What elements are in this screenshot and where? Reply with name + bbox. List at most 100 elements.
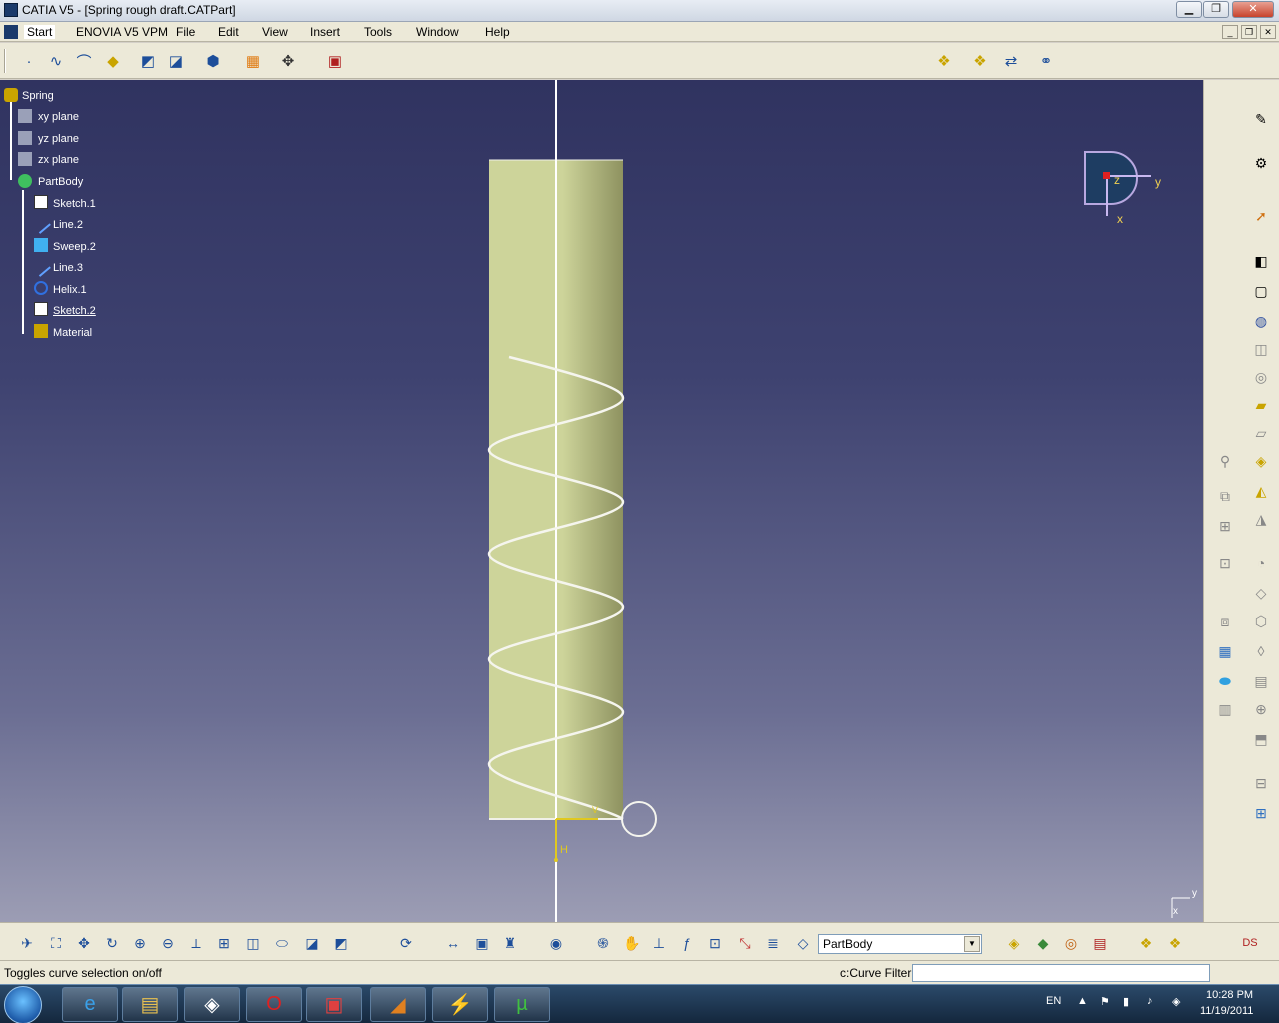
winamp-icon[interactable]: ⚡ bbox=[432, 987, 488, 1022]
point-icon[interactable]: · bbox=[18, 50, 40, 72]
thickness-icon[interactable]: ▤ bbox=[1250, 670, 1272, 692]
normal-view-icon[interactable]: ⟂ bbox=[185, 932, 207, 954]
dropbox-icon[interactable]: ◈ bbox=[1172, 995, 1180, 1008]
boolean-add-icon[interactable]: ⊟ bbox=[1250, 772, 1272, 794]
slot-icon[interactable]: ▱ bbox=[1250, 422, 1272, 444]
measure-inertia-icon[interactable]: ♜ bbox=[499, 932, 521, 954]
link-icon[interactable]: ⚭ bbox=[1035, 50, 1057, 72]
maximize-button[interactable]: ❐ bbox=[1203, 1, 1229, 18]
clock-date[interactable]: 11/19/2011 bbox=[1200, 1005, 1253, 1017]
settings-gear-icon[interactable]: ⚙ bbox=[1250, 152, 1272, 174]
curve-analysis-icon[interactable]: ⤡ bbox=[734, 932, 756, 954]
apply-material-icon[interactable]: ❖ bbox=[1135, 932, 1157, 954]
scene-icon[interactable]: ▤ bbox=[1089, 932, 1111, 954]
menu-enovia[interactable]: ENOVIA V5 VPM bbox=[76, 25, 168, 39]
menu-help[interactable]: Help bbox=[485, 25, 510, 39]
measure-between-icon[interactable]: ↔ bbox=[442, 932, 464, 954]
menu-edit[interactable]: Edit bbox=[218, 25, 239, 39]
menu-start[interactable]: Start bbox=[24, 25, 56, 39]
tree-item-line-3[interactable]: Line.3 bbox=[53, 262, 83, 274]
partbody-icon[interactable] bbox=[18, 174, 32, 188]
tree-item-line-2[interactable]: Line.2 bbox=[53, 219, 83, 231]
multi-view-icon[interactable]: ⊞ bbox=[213, 932, 235, 954]
thick-surface-icon[interactable]: ▦ bbox=[1214, 640, 1236, 662]
line-icon[interactable] bbox=[31, 214, 51, 234]
thread-icon[interactable]: ⊕ bbox=[1250, 698, 1272, 720]
chevron-down-icon[interactable]: ▼ bbox=[964, 936, 980, 952]
grid-icon[interactable]: ▦ bbox=[242, 50, 264, 72]
menu-file[interactable]: File bbox=[176, 25, 195, 39]
menu-insert[interactable]: Insert bbox=[310, 25, 340, 39]
surface-icon[interactable]: ⌒ bbox=[73, 50, 95, 72]
hide-show-icon[interactable]: ◪ bbox=[301, 932, 323, 954]
axis-system-icon[interactable]: ⊥ bbox=[648, 932, 670, 954]
zoom-in-icon[interactable]: ⊕ bbox=[129, 932, 151, 954]
catia-task-icon[interactable]: ◈ bbox=[184, 987, 240, 1022]
tree-root[interactable]: Spring bbox=[22, 90, 54, 102]
plane-icon[interactable] bbox=[18, 152, 32, 166]
fly-mode-icon[interactable]: ✈ bbox=[16, 932, 38, 954]
start-button[interactable] bbox=[4, 986, 42, 1023]
fillet-icon[interactable]: ◔ bbox=[1250, 552, 1272, 574]
tree-item-zx-plane[interactable]: zx plane bbox=[38, 154, 79, 166]
product-icon[interactable]: ❖ bbox=[933, 50, 955, 72]
flag-icon[interactable]: ⚑ bbox=[1100, 995, 1110, 1008]
removed-section-icon[interactable]: ◭ bbox=[1250, 480, 1272, 502]
assemble-icon[interactable]: ◪ bbox=[165, 50, 187, 72]
render-icon[interactable]: ◆ bbox=[1032, 932, 1054, 954]
internet-explorer-icon[interactable]: e bbox=[62, 987, 118, 1022]
fit-all-icon[interactable]: ⛶ bbox=[45, 932, 67, 954]
line-icon[interactable] bbox=[31, 257, 51, 277]
sew-surface-icon[interactable]: ▥ bbox=[1214, 698, 1236, 720]
render-shot-icon[interactable]: ◎ bbox=[1060, 932, 1082, 954]
close-surface-icon[interactable]: ⬬ bbox=[1214, 670, 1236, 692]
body-icon[interactable]: ⬢ bbox=[202, 50, 224, 72]
volume-icon[interactable]: ♪ bbox=[1147, 995, 1153, 1007]
file-explorer-icon[interactable]: ▤ bbox=[122, 987, 178, 1022]
replace-icon[interactable]: ⇄ bbox=[1000, 50, 1022, 72]
material-apply-icon[interactable]: ◈ bbox=[1003, 932, 1025, 954]
copy-rendering-icon[interactable]: ❖ bbox=[1164, 932, 1186, 954]
tray-expand-icon[interactable]: ▲ bbox=[1077, 995, 1088, 1007]
minimize-button[interactable]: ▁ bbox=[1176, 1, 1202, 18]
scale-icon[interactable]: ⊡ bbox=[1214, 552, 1236, 574]
sketcher-icon[interactable]: ✎ bbox=[1250, 108, 1272, 130]
catalog-icon[interactable]: ▣ bbox=[324, 50, 346, 72]
material-icon[interactable] bbox=[34, 324, 48, 338]
select-arrow-icon[interactable]: ➚ bbox=[1250, 205, 1272, 227]
tree-item-sketch-1[interactable]: Sketch.1 bbox=[53, 198, 96, 210]
network-icon[interactable]: ▮ bbox=[1123, 995, 1129, 1008]
tree-item-material[interactable]: Material bbox=[53, 327, 92, 339]
spline-icon[interactable]: ∿ bbox=[45, 50, 67, 72]
media-icon[interactable]: ◢ bbox=[370, 987, 426, 1022]
rib-icon[interactable]: ▰ bbox=[1250, 394, 1272, 416]
opera-icon[interactable]: O bbox=[246, 987, 302, 1022]
menu-window[interactable]: Window bbox=[416, 25, 459, 39]
doc-close-button[interactable]: ✕ bbox=[1260, 25, 1276, 39]
catia-app-icon[interactable] bbox=[4, 3, 18, 17]
tree-item-sketch-2[interactable]: Sketch.2 bbox=[53, 305, 96, 317]
utorrent-icon[interactable]: µ bbox=[494, 987, 550, 1022]
iso-view-icon[interactable]: ◫ bbox=[242, 932, 264, 954]
language-indicator[interactable]: EN bbox=[1046, 995, 1061, 1007]
doc-restore-button[interactable]: ❐ bbox=[1241, 25, 1257, 39]
sketch-icon[interactable] bbox=[34, 195, 48, 209]
sketch-icon[interactable] bbox=[34, 302, 48, 316]
zoom-out-icon[interactable]: ⊖ bbox=[157, 932, 179, 954]
tree-item-helix-1[interactable]: Helix.1 bbox=[53, 284, 87, 296]
list-icon[interactable]: ≣ bbox=[762, 932, 784, 954]
tree-item-yz-plane[interactable]: yz plane bbox=[38, 133, 79, 145]
pad-icon[interactable]: ◧ bbox=[1250, 250, 1272, 272]
plane-tool-icon[interactable]: ◆ bbox=[102, 50, 124, 72]
hand-icon[interactable]: ✋ bbox=[621, 932, 643, 954]
part-icon[interactable] bbox=[4, 88, 18, 102]
measure-item-icon[interactable]: ▣ bbox=[471, 932, 493, 954]
pocket-icon[interactable]: ▢ bbox=[1250, 280, 1272, 302]
menu-view[interactable]: View bbox=[262, 25, 288, 39]
capture-icon[interactable]: ◉ bbox=[545, 932, 567, 954]
component-icon[interactable]: ❖ bbox=[969, 50, 991, 72]
plane-icon[interactable] bbox=[18, 131, 32, 145]
shell-icon[interactable]: ◊ bbox=[1250, 640, 1272, 662]
groove-icon[interactable]: ◫ bbox=[1250, 338, 1272, 360]
tree-item-sweep-2[interactable]: Sweep.2 bbox=[53, 241, 96, 253]
